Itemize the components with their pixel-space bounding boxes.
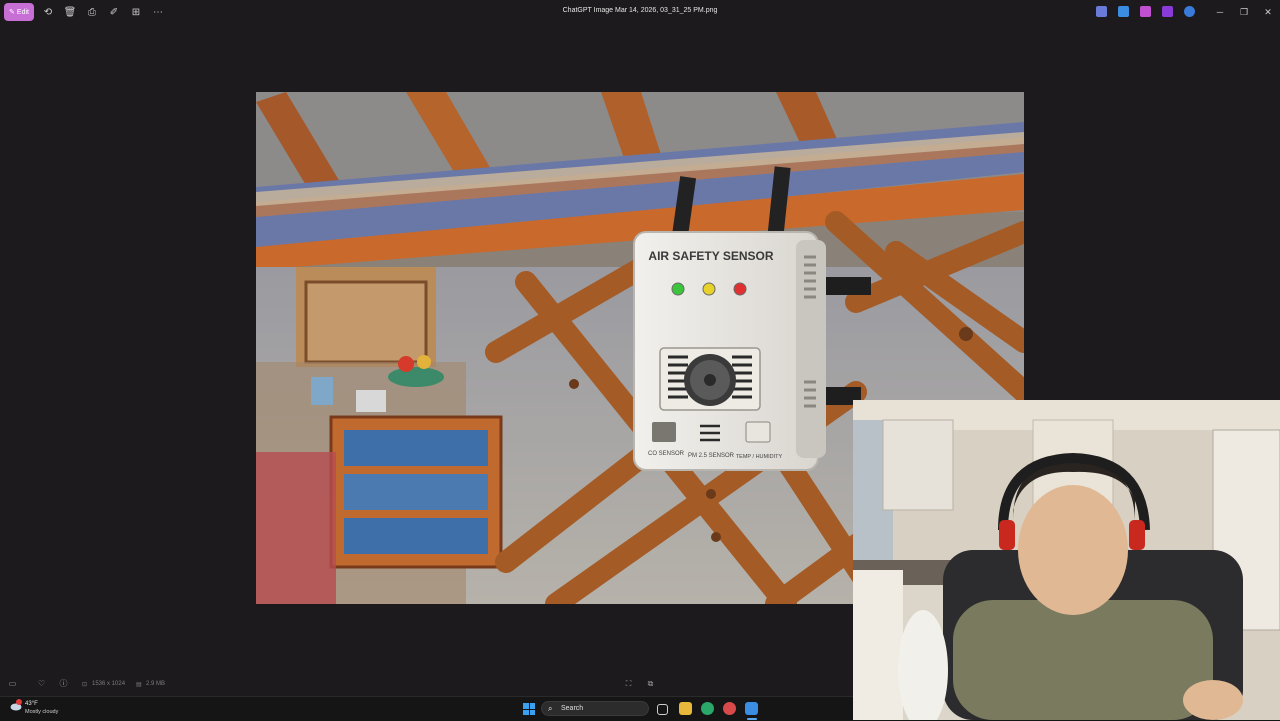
app-shortcut-icon[interactable] bbox=[1162, 6, 1173, 17]
photos-app-icon[interactable] bbox=[745, 702, 758, 715]
actual-size-icon[interactable]: ⧉ bbox=[646, 680, 655, 688]
app-icon[interactable] bbox=[723, 702, 736, 715]
favorite-icon[interactable]: ♡ bbox=[37, 680, 46, 688]
info-icon[interactable]: ⓘ bbox=[59, 680, 68, 688]
notification-badge bbox=[16, 699, 22, 705]
close-button[interactable]: ✕ bbox=[1260, 5, 1276, 19]
app-shortcut-icon[interactable] bbox=[1140, 6, 1151, 17]
webcam-feed-image bbox=[853, 400, 1280, 720]
onedrive-icon[interactable] bbox=[1184, 6, 1195, 17]
maximize-button[interactable]: ❐ bbox=[1236, 5, 1252, 19]
sensor-label-co: CO SENSOR bbox=[648, 451, 685, 457]
app-shortcut-icon[interactable] bbox=[1096, 6, 1107, 17]
fit-to-window-icon[interactable]: ⛶ bbox=[624, 680, 633, 688]
image-dimensions: 1536 x 1024 bbox=[92, 681, 126, 687]
sensor-label-pm25: PM 2.5 SENSOR bbox=[688, 453, 735, 459]
dimensions-icon: ⊡ bbox=[82, 682, 88, 688]
task-view-icon[interactable] bbox=[657, 704, 668, 715]
device-title: AIR SAFETY SENSOR bbox=[648, 249, 773, 263]
yellow-indicator-light bbox=[702, 282, 716, 296]
person-hoodie bbox=[953, 600, 1213, 720]
filmstrip-icon[interactable]: ▭ bbox=[8, 680, 17, 688]
red-indicator-light bbox=[733, 282, 747, 296]
weather-temperature[interactable]: 43°F bbox=[25, 701, 38, 707]
weather-description[interactable]: Mostly cloudy bbox=[25, 709, 58, 715]
filesize-icon: ▤ bbox=[136, 682, 142, 688]
minimize-button[interactable]: ─ bbox=[1212, 5, 1228, 19]
webcam-overlay bbox=[853, 400, 1280, 720]
window-title: ChatGPT Image Mar 14, 2026, 03_31_25 PM.… bbox=[562, 7, 718, 14]
search-icon: ⌕ bbox=[548, 704, 553, 713]
green-indicator-light bbox=[671, 282, 685, 296]
search-label: Search bbox=[561, 705, 584, 712]
edge-icon[interactable] bbox=[701, 702, 714, 715]
file-explorer-icon[interactable] bbox=[679, 702, 692, 715]
windows-start-button[interactable] bbox=[523, 703, 535, 715]
sensor-label-temp: TEMP / HUMIDITY bbox=[736, 454, 783, 460]
image-filesize: 2.9 MB bbox=[146, 681, 166, 687]
person-face bbox=[1018, 485, 1128, 615]
title-bar: ✎ Edit ⟲ 🗑︎ ⎙ ✐ ⊞ ⋯ ChatGPT Image Mar 14… bbox=[0, 0, 1280, 24]
taskbar-search-box[interactable]: ⌕ Search bbox=[541, 701, 649, 716]
app-shortcut-icon[interactable] bbox=[1118, 6, 1129, 17]
